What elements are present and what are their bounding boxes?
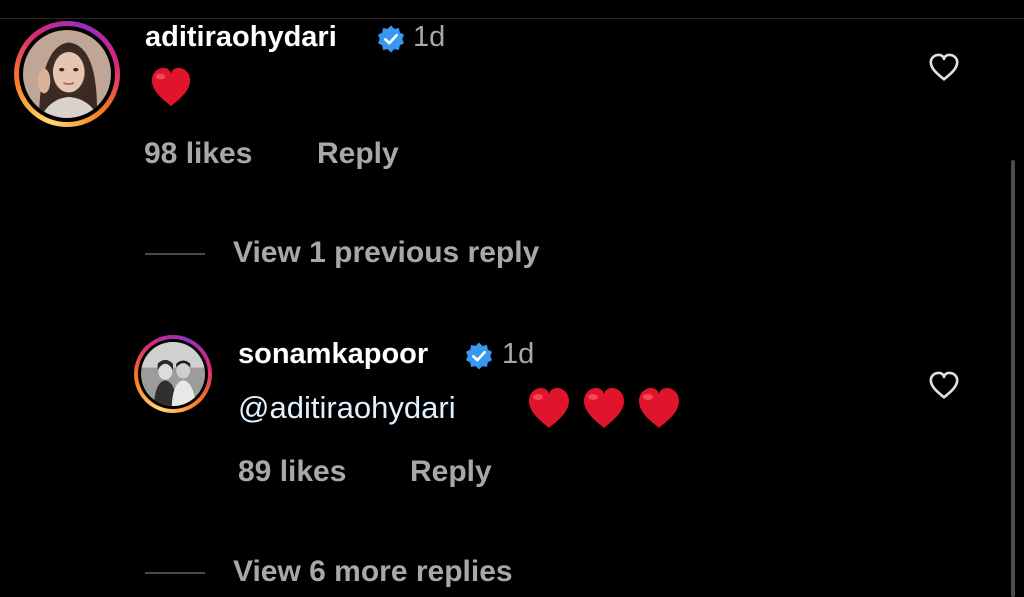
avatar[interactable] (134, 335, 212, 413)
top-divider (0, 18, 1024, 19)
view-previous-reply-link[interactable]: View 1 previous reply (233, 236, 539, 270)
thread-line (145, 572, 205, 574)
reply-button[interactable]: Reply (410, 455, 492, 489)
reply-button[interactable]: Reply (317, 137, 399, 171)
avatar-photo (141, 342, 205, 406)
reply-username[interactable]: sonamkapoor (238, 338, 428, 371)
verified-badge-icon (376, 24, 406, 54)
mention-link[interactable]: @aditiraohydari (238, 390, 456, 426)
likes-count[interactable]: 89 likes (238, 455, 346, 489)
avatar[interactable] (14, 21, 120, 127)
heart-emoji (148, 66, 194, 113)
view-more-replies-link[interactable]: View 6 more replies (233, 555, 513, 589)
scrollbar[interactable] (1011, 160, 1015, 597)
likes-count[interactable]: 98 likes (144, 137, 252, 171)
heart-emoji (635, 386, 683, 435)
heart-emoji (580, 386, 628, 435)
thread-line (145, 253, 205, 255)
reply-time: 1d (502, 338, 535, 370)
heart-emoji (525, 386, 573, 435)
comment-username[interactable]: aditiraohydari (145, 21, 337, 54)
like-heart-icon[interactable] (928, 371, 960, 405)
comment-time: 1d (413, 21, 446, 53)
like-heart-icon[interactable] (928, 53, 960, 87)
avatar-photo (23, 30, 111, 118)
verified-badge-icon (464, 341, 494, 371)
